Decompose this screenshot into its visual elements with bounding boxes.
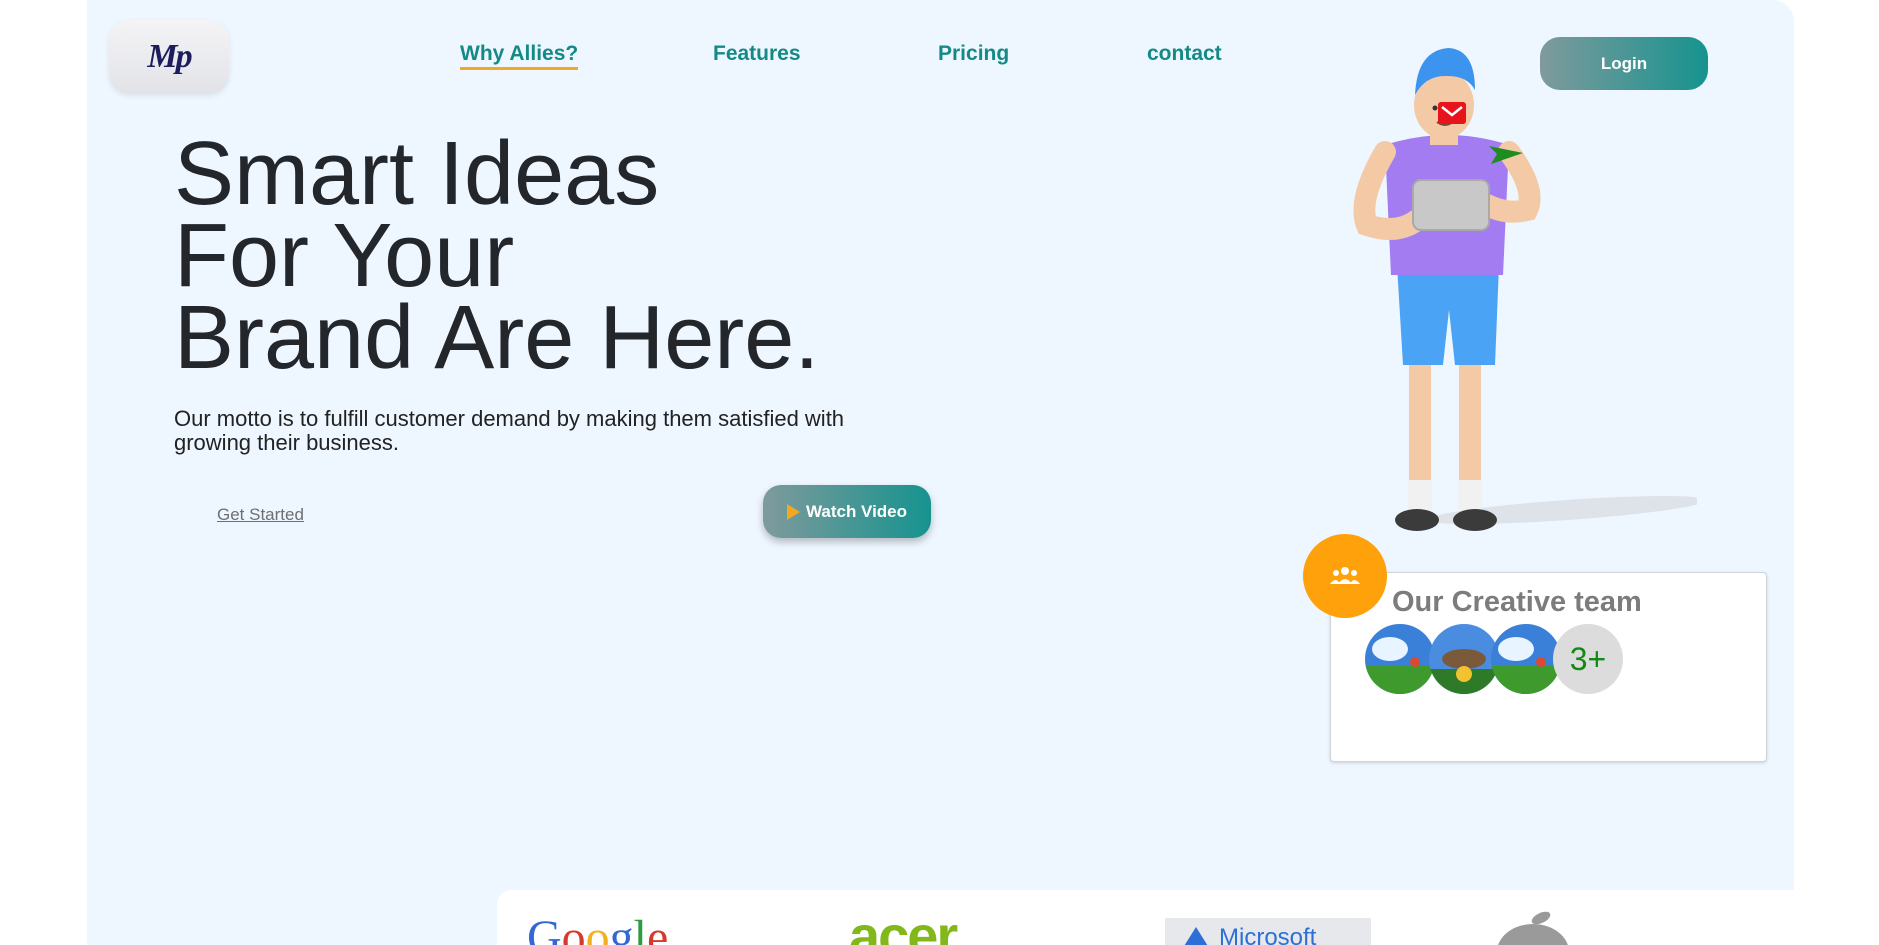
watch-video-label: Watch Video xyxy=(805,501,908,521)
watch-video-button[interactable]: Watch Video xyxy=(763,485,931,538)
avatar[interactable] xyxy=(1491,624,1561,694)
nav-link-pricing[interactable]: Pricing xyxy=(938,42,1009,66)
nav-link-features[interactable]: Features xyxy=(713,42,801,66)
hero-subtitle: Our motto is to fulfill customer demand … xyxy=(174,406,845,455)
team-title: Our Creative team xyxy=(1392,586,1642,618)
hero-title-line-1: Smart Ideas xyxy=(174,124,660,224)
brand-microsoft-label: Microsoft xyxy=(1219,924,1317,945)
team-group-icon xyxy=(1303,534,1387,618)
hero-title: Smart Ideas For Your Brand Are Here. xyxy=(174,124,820,388)
brand-google: Google xyxy=(527,911,669,945)
site-logo[interactable]: Mp xyxy=(109,20,229,94)
play-icon xyxy=(786,503,800,520)
team-more-count[interactable]: 3+ xyxy=(1553,624,1623,694)
brand-acer: acer xyxy=(849,904,958,945)
brand-microsoft: Microsoft xyxy=(1165,918,1371,945)
avatar[interactable] xyxy=(1365,624,1435,694)
nav-link-why-allies[interactable]: Why Allies? xyxy=(460,42,579,70)
nav-link-contact[interactable]: contact xyxy=(1147,42,1222,66)
mail-icon xyxy=(1438,102,1466,124)
hero-section: Mp Why Allies? Features Pricing contact … xyxy=(87,0,1794,945)
logo-text: Mp xyxy=(147,38,192,75)
avatar[interactable] xyxy=(1429,624,1499,694)
hero-title-line-2: For Your xyxy=(174,206,515,306)
hero-character-illustration xyxy=(1353,48,1697,531)
get-started-link[interactable]: Get Started xyxy=(217,505,304,525)
brand-apple-logo xyxy=(1493,910,1573,945)
partner-brands-strip: Google acer Microsoft xyxy=(497,890,1794,945)
hero-title-line-3: Brand Are Here. xyxy=(174,288,820,388)
